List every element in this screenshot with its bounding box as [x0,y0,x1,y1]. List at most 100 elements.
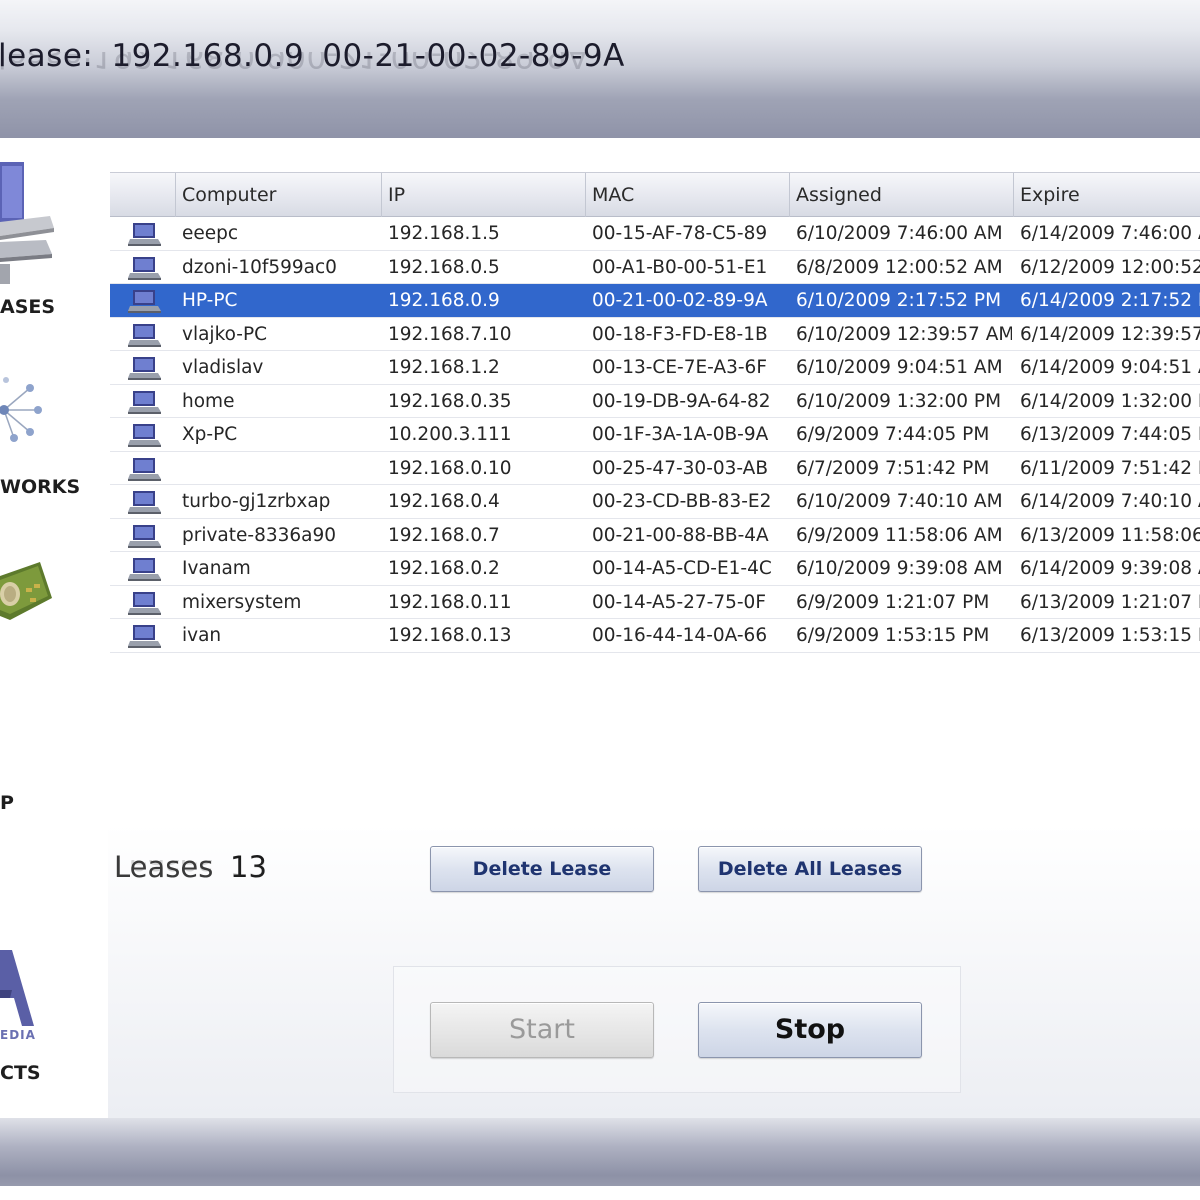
cell-assigned: 6/9/2009 11:58:06 AM [796,524,1003,546]
cell-assigned: 6/8/2009 12:00:52 AM [796,256,1003,278]
cell-computer: turbo-gj1zrbxap [182,491,331,512]
table-row[interactable]: private-8336a90 192.168.0.7 00-21-00-88-BB… [110,519,1200,552]
table-row[interactable]: ivan 192.168.0.13 00-16-44-14-0A-66 6/9/200… [110,619,1200,653]
cell-mac: 00-19-DB-9A-64-82 [592,390,771,412]
cell-computer: Xp-PC [182,424,238,445]
table-row[interactable]: vlajko-PC 192.168.7.10 00-18-F3-FD-E8-1B 6/… [110,318,1200,351]
cell-assigned: 6/10/2009 7:46:00 AM [796,223,1003,244]
cell-expire: 6/14/2009 9:39:08 AM [1020,558,1200,579]
cell-mac: 00-21-00-02-89-9A [592,290,768,311]
sidebar-item-contacts[interactable]: EDIA CTS [0,950,108,1090]
cell-ip: 192.168.0.11 [388,591,512,613]
network-icon [0,377,42,442]
table-row[interactable]: turbo-gj1zrbxap 192.168.0.4 00-23-CD-BB-83… [110,485,1200,519]
computer-icon [128,558,161,581]
cell-assigned: 6/9/2009 7:44:05 PM [796,424,990,445]
delete-all-leases-button[interactable]: Delete All Leases [698,846,922,892]
cell-ip: 192.168.1.5 [388,223,500,244]
sidebar-item-setup[interactable]: P [0,550,108,814]
cell-assigned: 6/7/2009 7:51:42 PM [796,457,990,479]
laptop-icon [0,162,54,284]
table-row[interactable]: 192.168.0.10 00-25-47-30-03-AB 6/7/2009 7:… [110,452,1200,485]
cell-expire: 6/14/2009 12:39:57 AM [1020,323,1200,345]
stop-button[interactable]: Stop [698,1002,922,1058]
sidebar-item-leases[interactable]: ASES [0,158,108,328]
table-row[interactable]: mixersystem 192.168.0.11 00-14-A5-27-75-0F… [110,586,1200,619]
cell-mac: 00-18-F3-FD-E8-1B [592,323,768,345]
column-header-icon[interactable] [110,173,176,217]
cell-ip: 192.168.0.10 [388,457,512,479]
cell-ip: 192.168.7.10 [388,323,512,345]
cell-expire: 6/13/2009 7:44:05 PM [1020,424,1200,445]
table-row[interactable]: Ivanam 192.168.0.2 00-14-A5-CD-E1-4C 6/10/2… [110,552,1200,586]
cell-computer: vlajko-PC [182,323,268,345]
cell-expire: 6/14/2009 7:40:10 AM [1020,491,1200,512]
reflection-ip: 192.168.0.9 [93,52,287,74]
cell-assigned: 6/10/2009 7:40:10 AM [796,491,1003,512]
cell-assigned: 6/9/2009 1:53:15 PM [796,625,990,646]
column-header-expire[interactable]: Expire [1014,173,1200,217]
start-button[interactable]: Start [430,1002,654,1058]
column-header-ip[interactable]: IP [382,173,586,217]
sidebar: ASES WORKS P EDIA CTS [0,138,108,1118]
cell-ip: 192.168.1.2 [388,357,500,378]
sidebar-label-networks: WORKS [0,476,81,498]
cell-computer: mixersystem [182,591,302,613]
table-row[interactable]: eeepc 192.168.1.5 00-15-AF-78-C5-89 6/10/20… [110,217,1200,251]
cell-assigned: 6/10/2009 9:39:08 AM [796,558,1003,579]
table-row[interactable]: dzoni-10f599ac0 192.168.0.5 00-A1-B0-00-51… [110,251,1200,284]
current-lease-reflection: lease:192.168.0.900-21-00-02-89-9A [0,52,589,74]
table-row[interactable]: home 192.168.0.35 00-19-DB-9A-64-82 6/10/20… [110,385,1200,418]
sidebar-label-leases: ASES [0,296,56,318]
cell-ip: 192.168.0.4 [388,491,500,512]
sidebar-item-networks[interactable]: WORKS [0,368,108,508]
cell-mac: 00-14-A5-27-75-0F [592,591,766,613]
cell-expire: 6/11/2009 7:51:42 PM [1020,457,1200,479]
leases-label-reflection: Leases [114,860,214,882]
cell-computer [182,452,378,485]
table-row[interactable]: vladislav 192.168.1.2 00-13-CE-7E-A3-6F 6/1… [110,351,1200,385]
computer-icon [128,457,161,481]
cell-ip: 192.168.0.35 [388,390,512,412]
column-header-mac[interactable]: MAC [586,173,790,217]
computer-icon [128,390,161,414]
cell-computer: home [182,390,235,412]
cell-expire: 6/13/2009 11:58:06 AM [1020,524,1200,546]
cell-computer: eeepc [182,223,239,244]
cell-mac: 00-25-47-30-03-AB [592,457,769,479]
cell-expire: 6/12/2009 12:00:52 AM [1020,256,1200,278]
cell-expire: 6/13/2009 1:21:07 PM [1020,591,1200,613]
cell-mac: 00-16-44-14-0A-66 [592,625,768,646]
reflection-label: lease: [0,52,94,74]
cell-ip: 192.168.0.13 [388,625,512,646]
delete-lease-button[interactable]: Delete Lease [430,846,654,892]
cell-assigned: 6/10/2009 9:04:51 AM [796,357,1003,378]
table-row[interactable]: HP-PC 192.168.0.9 00-21-00-02-89-9A 6/10/20… [110,284,1200,318]
header-bar: lease: 192.168.0.9 00-21-00-02-89-9A lease… [0,0,1200,138]
column-header-assigned[interactable]: Assigned [790,173,1014,217]
cell-expire: 6/14/2009 2:17:52 PM [1020,290,1200,311]
cell-mac: 00-13-CE-7E-A3-6F [592,357,767,378]
cell-assigned: 6/10/2009 12:39:57 AM [796,323,1012,345]
cell-assigned: 6/10/2009 2:17:52 PM [796,290,1002,311]
cell-mac: 00-14-A5-CD-E1-4C [592,558,772,579]
sidebar-label-contacts: CTS [0,1062,41,1084]
cell-computer: dzoni-10f599ac0 [182,256,337,278]
logo-icon [0,950,34,1026]
circuit-board-icon [0,562,52,620]
computer-icon [128,256,161,280]
cell-computer: Ivanam [182,558,251,579]
cell-mac: 00-21-00-88-BB-4A [592,524,769,546]
cell-ip: 192.168.0.5 [388,256,500,278]
cell-ip: 192.168.0.9 [388,290,500,311]
table-row[interactable]: Xp-PC 10.200.3.111 00-1F-3A-1A-0B-9A 6/9/20… [110,418,1200,452]
cell-assigned: 6/9/2009 1:21:07 PM [796,591,990,613]
column-header-computer[interactable]: Computer [176,173,382,217]
computer-icon [128,424,161,447]
computer-icon [128,323,161,347]
cell-ip: 192.168.0.7 [388,524,500,546]
computer-icon [128,357,161,380]
computer-icon [128,491,161,514]
footer-edge [0,1186,1200,1200]
sidebar-label-setup: P [0,792,14,814]
